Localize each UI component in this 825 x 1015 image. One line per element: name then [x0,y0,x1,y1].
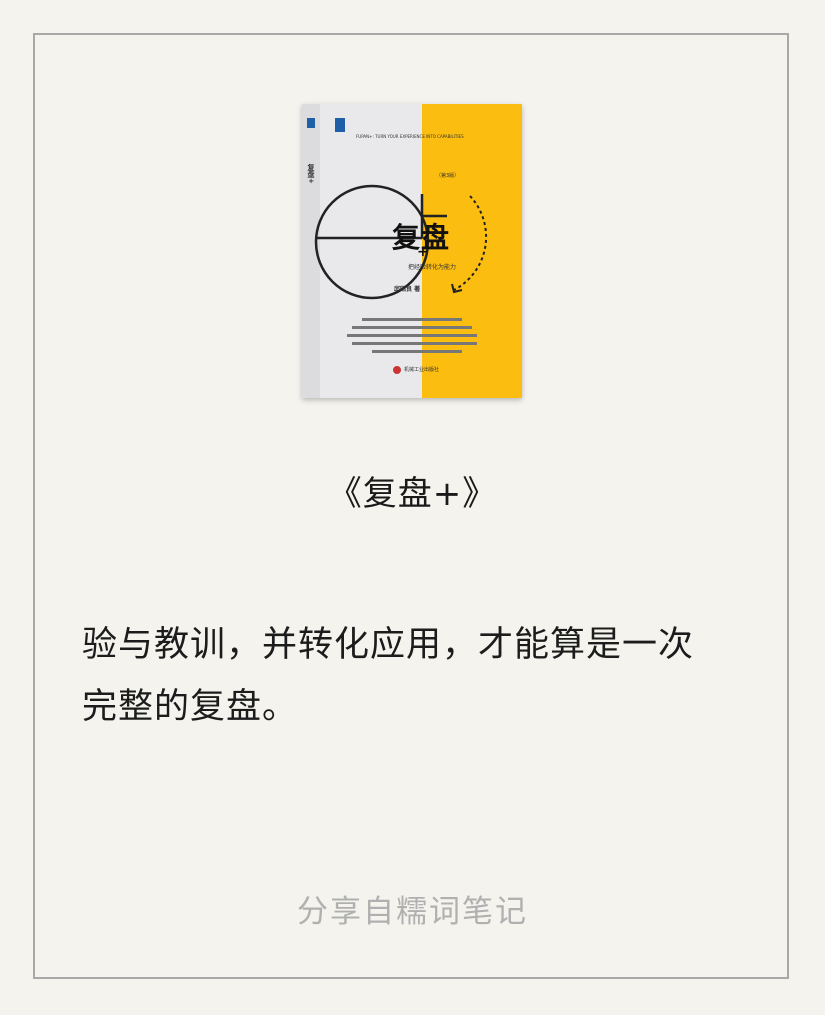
cover-top-line: FUPAN+: TURN YOUR EXPERIENCE INTO CAPABI… [356,134,464,139]
book-title: 《复盘+》 [327,474,498,514]
cover-spine-title: 复盘+ [307,164,315,184]
publisher-mark-icon [393,366,401,374]
share-source-note: 分享自糯词笔记 [297,894,528,930]
cover-author: 邱昭良 著 [394,286,421,293]
book-cover-image: FUPAN+: TURN YOUR EXPERIENCE INTO CAPABI… [302,104,522,398]
cover-body-lines [347,318,477,353]
cover-plus: + [417,244,429,260]
spine-logo-icon [307,118,315,128]
arrow-head-icon [451,283,463,294]
excerpt-line-1: 验与教训，并转化应用，才能算是一次 [82,625,695,665]
excerpt-line-2: 完整的复盘。 [82,687,299,727]
cover-publisher: 机械工业出版社 [404,367,440,373]
cover-dotted-arc [453,195,488,291]
cover-edition: （第3版） [436,173,460,179]
publisher-logo-icon [335,118,345,132]
cover-subtitle: 把经验转化为能力 [408,264,457,271]
excerpt-text: 验与教训，并转化应用，才能算是一次 完整的复盘。 [82,614,762,738]
